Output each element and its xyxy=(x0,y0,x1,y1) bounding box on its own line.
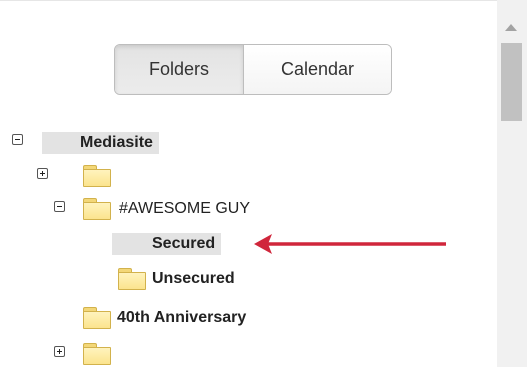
folder-icon xyxy=(83,165,111,187)
expand-toggle-redacted-2[interactable] xyxy=(54,346,65,357)
folder-icon xyxy=(118,268,146,290)
vertical-scrollbar[interactable] xyxy=(497,0,527,367)
tree-item-unsecured[interactable]: Unsecured xyxy=(146,268,241,290)
scroll-up-icon[interactable] xyxy=(505,24,517,31)
collapse-toggle-awesome-guy[interactable] xyxy=(54,201,65,212)
scroll-thumb[interactable] xyxy=(501,43,522,121)
expand-toggle-redacted-1[interactable] xyxy=(37,168,48,179)
folder-icon xyxy=(83,343,111,365)
folder-icon xyxy=(83,307,111,329)
tree-item-40th-anniversary[interactable]: 40th Anniversary xyxy=(111,307,252,329)
tree-item-secured[interactable]: Secured xyxy=(112,233,222,255)
view-toggle: Folders Calendar xyxy=(114,44,392,95)
folders-tab-button[interactable]: Folders xyxy=(115,45,244,94)
tree-item-awesome-guy[interactable]: #AWESOME GUY xyxy=(113,198,256,220)
folder-panel: Folders Calendar Mediasite #AWESOME GUY … xyxy=(0,0,497,368)
annotation-arrow-icon xyxy=(254,234,446,254)
folder-icon xyxy=(83,198,111,220)
collapse-toggle-mediasite[interactable] xyxy=(12,134,23,145)
tree-item-mediasite[interactable]: Mediasite xyxy=(42,132,159,154)
calendar-tab-button[interactable]: Calendar xyxy=(244,45,391,94)
